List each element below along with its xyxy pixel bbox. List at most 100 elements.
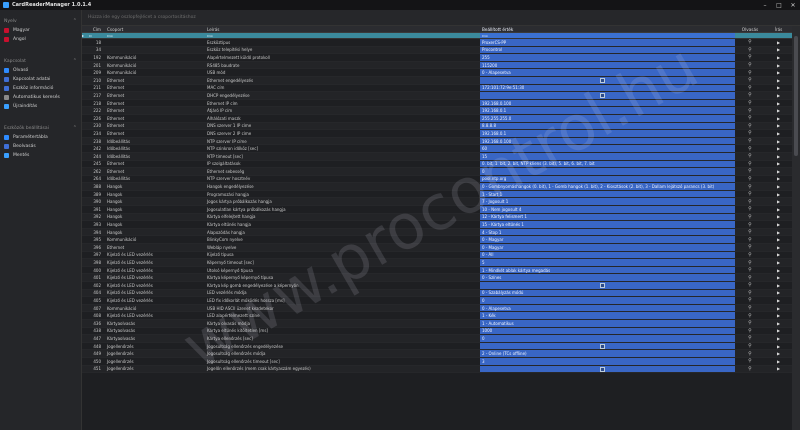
read-magnifier-icon[interactable]: ⚲ [748,275,752,281]
cell-value[interactable]: 0 - Gombnyomáshangok (0. bit), 1 - Gomb … [480,183,735,190]
write-play-icon[interactable]: ▶ [777,328,780,333]
write-play-icon[interactable]: ▶ [777,321,780,326]
cell-value[interactable]: ProxerCS-PP [480,39,735,46]
cell-value[interactable]: 2 - Online (TCs offline) [480,350,735,357]
table-row[interactable]: 400 Kijelző és LED vezérlés Utolsó képerny… [82,266,792,275]
read-magnifier-icon[interactable]: ⚲ [748,199,752,205]
read-magnifier-icon[interactable]: ⚲ [748,229,752,235]
write-play-icon[interactable]: ▶ [777,123,780,128]
table-row[interactable]: 222 Ethernet Átjáró IP cím 192.168.0.1 ⚲ ▶ [82,107,792,115]
table-row[interactable]: 451 Jogellenőrzés Jogelőn ellenőrzés (mem … [82,365,792,374]
table-row[interactable]: 226 Ethernet Alhálózati maszk 255.255.255.0… [82,114,792,123]
table-row[interactable]: 230 Ethernet DNS szerver 1 IP címe 8.8.8.8 ⚲… [82,122,792,131]
table-row[interactable]: 209 Kommunikáció USB mód 0 - Alapesetva ⚲ ▶ [82,69,792,77]
read-magnifier-icon[interactable]: ⚲ [748,222,752,228]
cell-value[interactable]: 3 [480,357,735,365]
maximize-button[interactable]: □ [772,2,786,9]
write-play-icon[interactable]: ▶ [777,101,780,106]
read-magnifier-icon[interactable]: ⚲ [748,70,752,76]
value-checkbox[interactable] [600,343,605,349]
cell-value[interactable]: 5 [480,259,735,266]
write-play-icon[interactable]: ▶ [777,290,780,295]
table-row[interactable]: 392 Hangok Kártya elfelejtett hangja 12 - K… [82,213,792,222]
value-checkbox[interactable] [600,283,605,288]
cell-value[interactable]: 0 [480,168,735,175]
read-magnifier-icon[interactable]: ⚲ [748,335,752,341]
table-row[interactable]: 402 Kijelző és LED vezérlés Kártya kép gom… [82,282,792,290]
table-row[interactable]: 397 Kijelző és LED vezérlés Kijelző típusa… [82,251,792,260]
cell-value[interactable]: Procontrol [480,46,735,54]
write-play-icon[interactable]: ▶ [777,359,780,364]
table-row[interactable]: 18 Eszköztípus ProxerCS-PP ⚲ ▶ [82,39,792,47]
cell-value[interactable]: 0 - Magyar [480,236,735,244]
table-row[interactable]: 390 Hangok Jogos kártya próbálkozás hangja… [82,198,792,207]
read-magnifier-icon[interactable]: ⚲ [748,290,752,296]
table-row[interactable]: 389 Hangok Programozási hangja 1 - Start 1 ⚲… [82,190,792,199]
sidebar-section-header[interactable]: Eszközök beállításai ⌃ [0,123,81,133]
read-magnifier-icon[interactable]: ⚲ [748,297,752,303]
table-row[interactable]: 238 Időbeállítás NTP szerver IP címe 192.16… [82,137,792,146]
table-row[interactable]: 217 Ethernet DHCP engedélyezése ⚲ ▶ [82,92,792,100]
table-row[interactable]: 262 Ethernet Ethernet sebesség 0 ⚲ ▶ [82,168,792,176]
sidebar-item[interactable]: Beolvasás [0,142,81,151]
sidebar-item[interactable]: Automatikus keresés [0,93,81,102]
cell-value[interactable]: 0 - Alapesetva [480,304,735,312]
write-play-icon[interactable]: ▶ [777,161,780,166]
table-row[interactable]: 396 Ethernet Webláp nyelve 0 - Magyar ⚲ ▶ [82,244,792,252]
read-magnifier-icon[interactable]: ⚲ [748,54,752,60]
read-magnifier-icon[interactable]: ⚲ [748,85,752,91]
sidebar-section-header[interactable]: Nyelv ⌃ [0,16,81,26]
cell-value[interactable]: 1000 [480,327,735,335]
write-play-icon[interactable]: ▶ [777,55,780,60]
write-play-icon[interactable]: ▶ [777,176,780,181]
close-button[interactable]: ✕ [786,2,800,9]
cell-value[interactable]: 7 - Jogosult 1 [480,198,735,206]
write-play-icon[interactable]: ▶ [777,192,780,197]
sidebar-item[interactable]: Olvasó [0,66,81,75]
table-row[interactable]: 242 Időbeállítás NTP szinkron időköz [sec]… [82,145,792,153]
write-play-icon[interactable]: ▶ [777,207,780,212]
cell-value[interactable]: 1 - Start 1 [480,190,735,198]
header-id[interactable]: Cím [89,27,104,32]
cell-value[interactable]: 15 [480,152,735,160]
write-play-icon[interactable]: ▶ [777,199,780,204]
minimize-button[interactable]: – [758,2,772,9]
table-row[interactable]: 234 Ethernet DNS szerver 2 IP címe 192.168.… [82,130,792,138]
table-row[interactable]: 405 Kijelző és LED vezérlés LED fix időkor… [82,297,792,305]
cell-value[interactable]: 0 [480,297,735,304]
read-magnifier-icon[interactable]: ⚲ [748,366,752,372]
cell-value[interactable]: 192.168.0.100 [480,99,735,107]
write-play-icon[interactable]: ▶ [777,298,780,303]
cell-value[interactable]: 192.168.0.1 [480,130,735,137]
filter-group[interactable]: ▫= [104,33,205,38]
table-row[interactable]: 245 Ethernet IP szolgáltatások 0. bit, 1. b… [82,160,792,169]
write-play-icon[interactable]: ▶ [777,131,780,136]
read-magnifier-icon[interactable]: ⚲ [748,305,752,311]
table-row[interactable]: 210 Ethernet Ethernet engedélyezés ⚲ ▶ [82,76,792,85]
table-row[interactable]: 447 Kártyaolvasás Kártya ellenőrzés [sec] 0… [82,335,792,343]
table-row[interactable]: 211 Ethernet MAC cím 172:101:72:9e:51:30 ⚲ ▶ [82,84,792,93]
table-row[interactable]: 395 Kommunikáció BlinkyCom nyelve 0 - Magya… [82,236,792,245]
table-row[interactable]: 407 Kommunikáció USB HID ASCII üzenet kezd… [82,304,792,313]
write-play-icon[interactable]: ▶ [777,47,780,52]
write-play-icon[interactable]: ▶ [777,108,780,113]
table-row[interactable]: 218 Ethernet Ethernet IP cím 192.168.0.100 ⚲… [82,99,792,108]
write-play-icon[interactable]: ▶ [777,313,780,318]
write-play-icon[interactable]: ▶ [777,70,780,75]
write-play-icon[interactable]: ▶ [777,85,780,90]
write-play-icon[interactable]: ▶ [777,169,780,174]
cell-value[interactable]: 255.255.255.0 [480,114,735,122]
read-magnifier-icon[interactable]: ⚲ [748,313,752,319]
header-group[interactable]: Csoport [104,27,205,32]
sidebar-item[interactable]: Újraindítás [0,102,81,111]
table-row[interactable]: 436 Kártyaolvasás Kártya olvasás módja 1 - … [82,319,792,328]
table-row[interactable]: 448 Jogellenőrzés Jogosultság ellenőrzés e… [82,342,792,351]
read-magnifier-icon[interactable]: ⚲ [748,343,752,349]
read-magnifier-icon[interactable]: ⚲ [748,123,752,129]
write-play-icon[interactable]: ▶ [777,237,780,242]
table-row[interactable]: 201 Kommunikáció RS485 baudrate 115200 ⚲ ▶ [82,61,792,70]
read-magnifier-icon[interactable]: ⚲ [748,252,752,258]
write-play-icon[interactable]: ▶ [777,245,780,250]
read-magnifier-icon[interactable]: ⚲ [748,62,752,68]
cell-value[interactable]: 115200 [480,61,735,69]
